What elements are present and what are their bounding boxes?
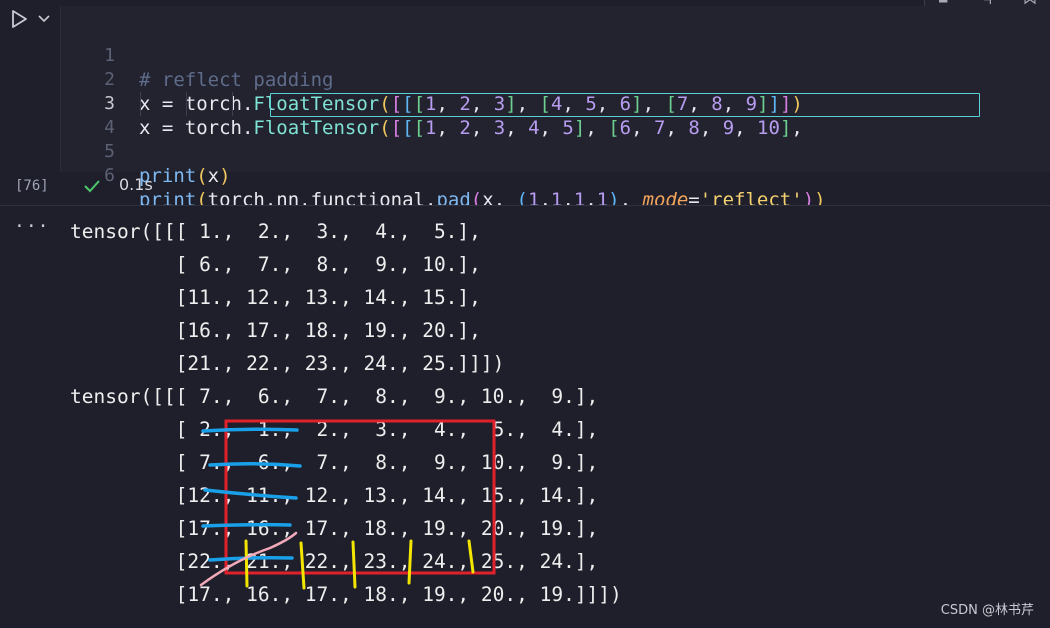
indent-guide [186,92,187,116]
indent-guide [140,92,141,116]
output-line: [17., 16., 17., 18., 19., 20., 19.]]]) [70,583,622,606]
indent-guide [232,92,233,116]
code-line: 1 # reflect padding [61,20,1050,91]
output-line: tensor([[[ 7., 6., 7., 8., 9., 10., 9.], [70,385,599,408]
execution-duration: 0.1s [119,175,153,194]
code-line: 2 x = torch.FloatTensor([[[1, 2, 3], [4,… [61,44,1050,115]
cell-output: ··· tensor([[[ 1., 2., 3., 4., 5.], [ 6.… [0,206,1050,628]
output-line: [ 7., 6., 7., 8., 9., 10., 9.], [70,451,599,474]
code-line: 5 print(x) [61,116,1050,187]
more-actions-icon[interactable]: ··· [14,216,50,237]
output-line: [16., 17., 18., 19., 20.], [70,319,481,342]
code-cell: ▬ ⊣ ⋈ 1 # reflect padding 2 x = torch.Fl… [0,0,1050,235]
chevron-down-icon[interactable] [36,10,52,26]
output-line: [22., 21., 22., 23., 24., 25., 24.], [70,550,599,573]
check-icon [84,180,100,193]
code-line: 4 [11, 12, 13, 14, 15], [16, 17, 18, 19,… [61,92,1050,235]
watermark: CSDN @林书芹 [940,603,1034,618]
code-line: 3 x = torch.FloatTensor([[[1, 2, 3, 4, 5… [61,68,1050,139]
output-line: [ 6., 7., 8., 9., 10.], [70,253,481,276]
code-editor[interactable]: 1 # reflect padding 2 x = torch.FloatTen… [60,6,1050,235]
output-line: [21., 22., 23., 24., 25.]]]) [70,352,505,375]
output-line: [11., 12., 13., 14., 15.], [70,286,481,309]
output-line: [12., 11., 12., 13., 14., 15., 14.], [70,484,599,507]
run-cell-icon[interactable] [8,8,30,30]
code-line: 6 print(torch.nn.functional.pad(x, (1,1,… [61,140,1050,211]
output-line: tensor([[[ 1., 2., 3., 4., 5.], [70,220,481,243]
output-line: [17., 16., 17., 18., 19., 20., 19.], [70,517,599,540]
output-line: [ 2., 1., 2., 3., 4., 5., 4.], [70,418,599,441]
execution-count: [76] [15,178,49,194]
